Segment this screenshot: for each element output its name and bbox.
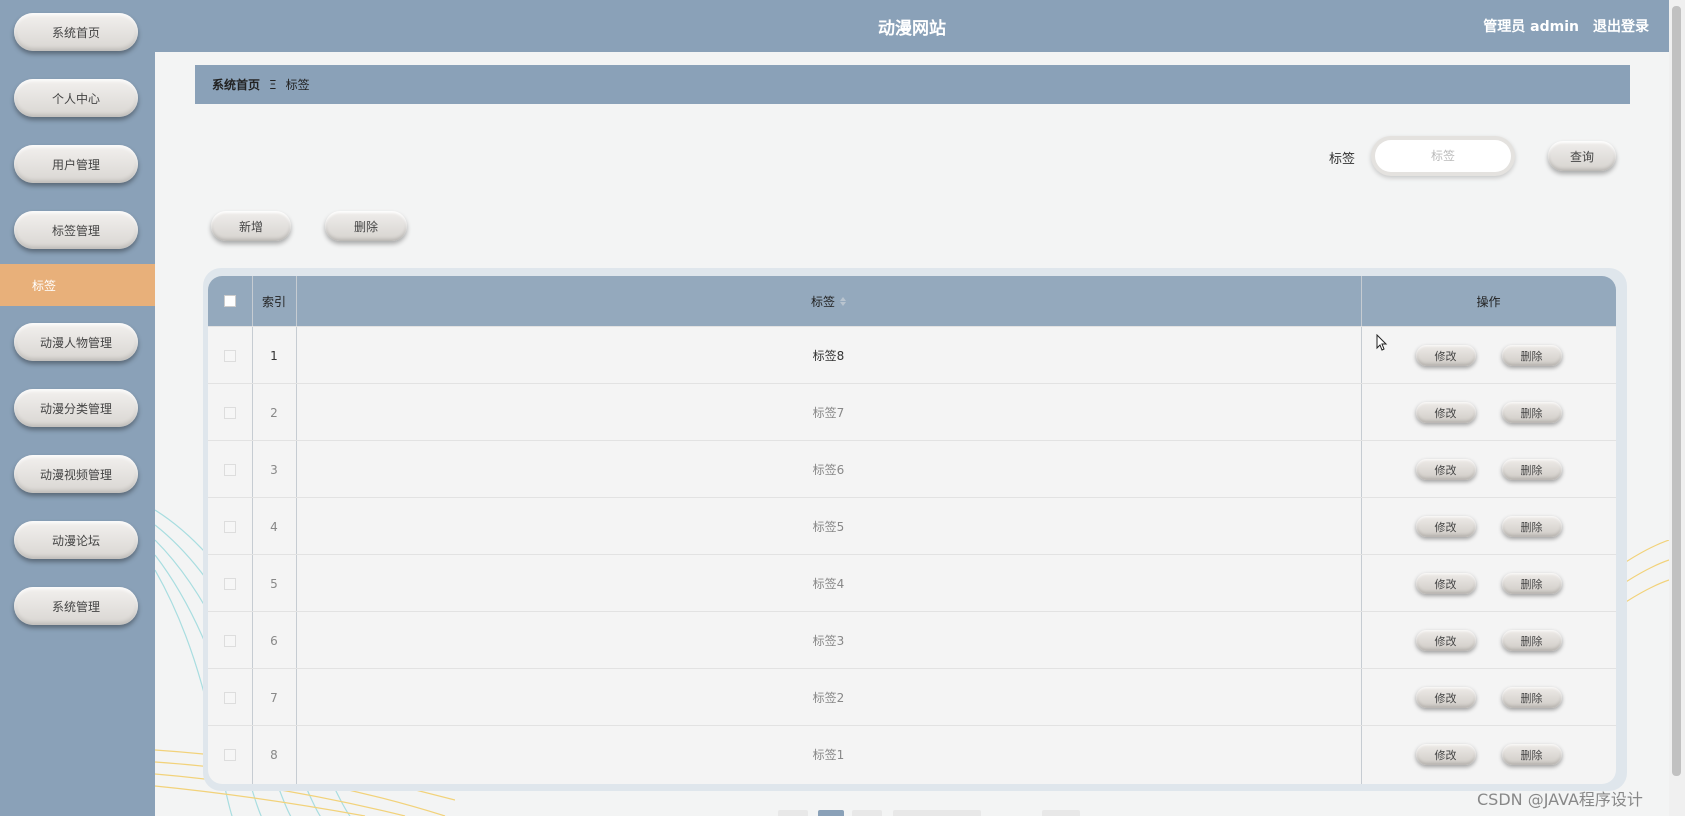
row-tag: 标签5 (812, 520, 845, 534)
tags-table: 索引 标签 操作 1 标签8 修改 删除 2 标签7 修改 删除 3 标签6 修改 删除 4 标签5 修改删… (208, 276, 1616, 784)
sidebar-item-tag-management[interactable]: 标签管理 (14, 211, 138, 249)
row-tag: 标签8 (812, 349, 845, 363)
sidebar-item-home[interactable]: 系统首页 (14, 13, 138, 51)
logout-link[interactable]: 退出登录 (1593, 16, 1649, 36)
delete-button[interactable]: 删除 (1501, 402, 1562, 423)
breadcrumb-separator-icon: Ξ (269, 77, 277, 92)
row-checkbox[interactable] (224, 577, 236, 590)
header-tag-label: 标签 (810, 294, 835, 309)
pagination-jump-input[interactable] (1042, 810, 1080, 816)
delete-button[interactable]: 删除 (1501, 744, 1562, 765)
search-label: 标签 (1329, 152, 1356, 167)
tag-search-input[interactable] (1375, 140, 1511, 172)
top-bar: 动漫网站 管理员 admin 退出登录 (155, 0, 1669, 52)
row-checkbox[interactable] (224, 691, 236, 704)
sidebar-subitem-tags[interactable]: 标签 (0, 264, 155, 306)
pagination-prev-button[interactable] (778, 810, 808, 816)
row-checkbox[interactable] (224, 520, 236, 533)
row-index: 1 (270, 348, 278, 363)
row-index: 7 (270, 690, 278, 705)
table-row: 8 标签1 修改 删除 (208, 725, 1616, 782)
row-tag: 标签4 (812, 577, 845, 591)
table-row: 6 标签3 修改 删除 (208, 611, 1616, 668)
sidebar-item-users[interactable]: 用户管理 (14, 145, 138, 183)
row-tag: 标签6 (812, 463, 845, 477)
app-title: 动漫网站 (878, 18, 946, 39)
sidebar-item-videos[interactable]: 动漫视频管理 (14, 455, 138, 493)
pagination-page-1[interactable] (818, 810, 844, 816)
breadcrumb-home[interactable]: 系统首页 (212, 76, 260, 93)
row-checkbox[interactable] (224, 748, 236, 761)
row-index: 3 (270, 462, 278, 477)
sidebar-item-categories[interactable]: 动漫分类管理 (14, 389, 138, 427)
sidebar-item-forum[interactable]: 动漫论坛 (14, 521, 138, 559)
delete-button[interactable]: 删除 (1501, 687, 1562, 708)
edit-button[interactable]: 修改 (1415, 516, 1476, 537)
delete-button[interactable]: 删除 (1501, 516, 1562, 537)
row-checkbox[interactable] (224, 463, 236, 476)
search-button[interactable]: 查询 (1548, 141, 1616, 171)
table-row: 3 标签6 修改 删除 (208, 440, 1616, 497)
pagination-size-select[interactable] (893, 810, 981, 816)
page-scrollbar-thumb[interactable] (1672, 6, 1681, 776)
row-index: 4 (270, 519, 278, 534)
edit-button[interactable]: 修改 (1415, 687, 1476, 708)
row-tag: 标签3 (812, 634, 845, 648)
header-ops: 操作 (1476, 294, 1501, 309)
row-tag: 标签7 (812, 406, 845, 420)
row-tag: 标签1 (812, 748, 845, 762)
table-row: 1 标签8 修改 删除 (208, 326, 1616, 383)
select-all-checkbox[interactable] (224, 295, 236, 307)
row-index: 8 (270, 747, 278, 762)
edit-button[interactable]: 修改 (1415, 402, 1476, 423)
header-tag[interactable]: 标签 (296, 276, 1361, 326)
sidebar-item-characters[interactable]: 动漫人物管理 (14, 323, 138, 361)
delete-button[interactable]: 删除 (1501, 573, 1562, 594)
delete-button[interactable]: 删除 (1501, 630, 1562, 651)
row-checkbox[interactable] (224, 634, 236, 647)
user-area: 管理员 admin 退出登录 (1483, 0, 1649, 52)
add-button[interactable]: 新增 (211, 211, 291, 241)
delete-button[interactable]: 删除 (1501, 459, 1562, 480)
header-index: 索引 (261, 294, 286, 309)
mouse-cursor-icon (1376, 334, 1388, 351)
row-checkbox[interactable] (224, 406, 236, 419)
breadcrumb-current: 标签 (285, 78, 310, 92)
edit-button[interactable]: 修改 (1415, 459, 1476, 480)
row-index: 2 (270, 405, 278, 420)
table-row: 7 标签2 修改 删除 (208, 668, 1616, 725)
table-row: 2 标签7 修改 删除 (208, 383, 1616, 440)
table-header: 索引 标签 操作 (208, 276, 1616, 326)
sort-icon[interactable] (840, 296, 846, 306)
breadcrumb: 系统首页 Ξ 标签 (195, 65, 1630, 104)
sidebar-item-profile[interactable]: 个人中心 (14, 79, 138, 117)
delete-button[interactable]: 删除 (1501, 345, 1562, 366)
edit-button[interactable]: 修改 (1415, 345, 1476, 366)
sidebar-item-system[interactable]: 系统管理 (14, 587, 138, 625)
batch-delete-button[interactable]: 删除 (325, 211, 407, 241)
edit-button[interactable]: 修改 (1415, 573, 1476, 594)
table-row: 4 标签5 修改 删除 (208, 497, 1616, 554)
row-checkbox[interactable] (224, 349, 236, 362)
row-tag: 标签2 (812, 691, 845, 705)
table-row: 5 标签4 修改 删除 (208, 554, 1616, 611)
row-index: 5 (270, 576, 278, 591)
pagination-next-button[interactable] (852, 810, 882, 816)
row-index: 6 (270, 633, 278, 648)
admin-user-label[interactable]: 管理员 admin (1483, 16, 1579, 36)
edit-button[interactable]: 修改 (1415, 630, 1476, 651)
watermark: CSDN @JAVA程序设计 (1477, 790, 1643, 809)
edit-button[interactable]: 修改 (1415, 744, 1476, 765)
